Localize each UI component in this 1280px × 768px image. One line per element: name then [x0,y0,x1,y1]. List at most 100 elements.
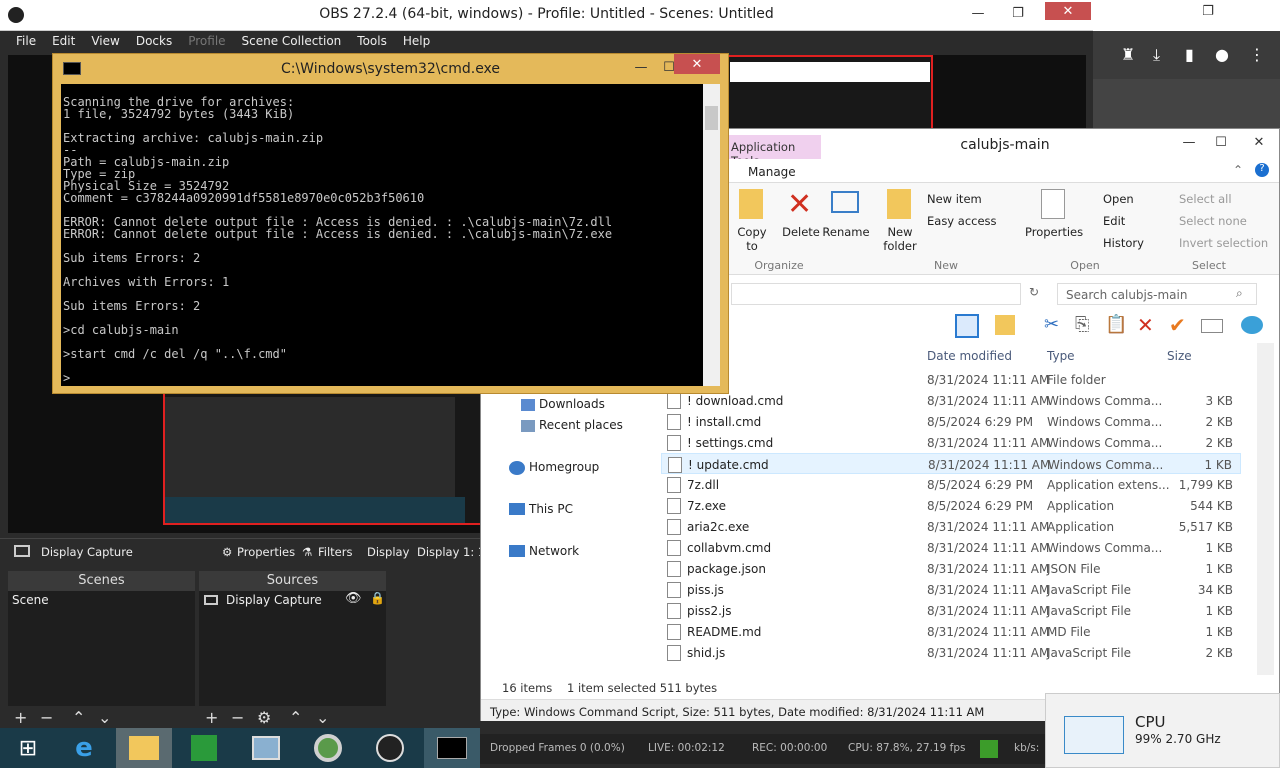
file-row[interactable]: 7z.exe 8/5/2024 6:29 PM Application 544 KB [661,495,1241,516]
paste-icon[interactable]: 📋 [1105,314,1127,335]
file-row[interactable]: aria2c.exe 8/31/2024 11:11 AM Application 5… [661,516,1241,537]
globe-icon[interactable] [1241,316,1263,334]
nav-network[interactable]: Network [529,544,579,558]
taskbar-app[interactable] [238,728,294,768]
menu-docks[interactable]: Docks [128,31,180,52]
maximize-button[interactable]: ☐ [1201,131,1241,153]
history-button[interactable]: History [1103,236,1144,250]
taskbar-store[interactable] [176,728,232,768]
browser-icon [314,734,342,762]
properties-button[interactable]: Properties [1025,225,1083,239]
menu-help[interactable]: Help [395,31,438,52]
nav-this-pc[interactable]: This PC [529,502,573,516]
vertical-scrollbar[interactable] [1257,343,1274,675]
invert-selection-button[interactable]: Invert selection [1179,236,1268,250]
easy-access-button[interactable]: Easy access [927,214,997,228]
console-area[interactable]: Scanning the drive for archives: 1 file, … [61,84,703,386]
column-date[interactable]: Date modified [927,349,1012,363]
layout-icon[interactable] [955,314,979,338]
menu-edit[interactable]: Edit [44,31,83,52]
nav-recent-places[interactable]: Recent places [539,418,623,432]
sidebar-icon[interactable]: ▮ [1185,45,1194,64]
console-scrollbar[interactable] [703,84,720,386]
file-row[interactable]: collabvm.cmd 8/31/2024 11:11 AM Windows Co… [661,537,1241,558]
open-button[interactable]: Open [1103,192,1134,206]
tab-manage[interactable]: Manage [748,165,796,179]
download-icon[interactable]: ⤓ [1153,45,1160,65]
close-button[interactable]: ✕ [674,54,720,74]
scroll-thumb[interactable] [705,106,718,130]
remove-source-icon[interactable]: − [231,708,244,727]
file-row[interactable]: package.json 8/31/2024 11:11 AM JSON File 1… [661,558,1241,579]
column-type[interactable]: Type [1047,349,1075,363]
gear-icon[interactable]: ⚙ [257,708,271,727]
close-button[interactable]: ✕ [1239,131,1279,153]
close-button[interactable]: ✕ [1045,2,1091,20]
copy-to-button[interactable]: Copy to [737,225,767,253]
file-row[interactable]: piss2.js 8/31/2024 11:11 AM JavaScript Fil… [661,600,1241,621]
new-folder-button[interactable]: New folder [877,225,923,253]
help-icon[interactable]: ? [1255,163,1269,177]
display-label: Display [367,545,410,559]
search-input[interactable]: Search calubjs-main ⌕ [1057,283,1257,305]
file-row[interactable]: 7z.dll 8/5/2024 6:29 PM Application extens… [661,474,1241,495]
move-down-icon[interactable]: ⌄ [316,708,329,727]
taskbar-chrome[interactable] [300,728,356,768]
select-none-button[interactable]: Select none [1179,214,1247,228]
new-item-button[interactable]: New item [927,192,982,206]
file-row[interactable]: 8/31/2024 11:11 AM File folder [661,369,1241,390]
remove-scene-icon[interactable]: − [40,708,53,727]
check-icon[interactable]: ✔ [1169,313,1186,337]
add-scene-icon[interactable]: + [14,708,27,727]
taskbar-obs[interactable] [362,728,418,768]
move-down-icon[interactable]: ⌄ [98,708,111,727]
application-tools-tab[interactable]: Application Tools [729,135,821,168]
cut-icon[interactable]: ✂ [1044,314,1059,335]
move-up-icon[interactable]: ⌃ [72,708,85,727]
profile-icon[interactable]: ● [1215,45,1229,64]
menu-profile[interactable]: Profile [180,31,233,52]
file-row[interactable]: piss.js 8/31/2024 11:11 AM JavaScript File… [661,579,1241,600]
nav-downloads[interactable]: Downloads [539,397,605,411]
edit-button[interactable]: Edit [1103,214,1125,228]
eye-icon[interactable]: 👁 [345,591,362,606]
rename-button[interactable]: Rename [821,225,871,239]
column-size[interactable]: Size [1167,349,1192,363]
extension-icon[interactable]: ♜ [1121,45,1135,64]
menu-tools[interactable]: Tools [349,31,395,52]
select-all-button[interactable]: Select all [1179,192,1232,206]
rename-icon[interactable] [1201,319,1223,333]
menu-icon[interactable]: ⋮ [1249,45,1265,64]
monitor-icon [204,595,218,605]
scene-item[interactable]: Scene [8,591,195,609]
file-row[interactable]: shid.js 8/31/2024 11:11 AM JavaScript File… [661,642,1241,663]
add-source-icon[interactable]: + [205,708,218,727]
taskbar-cmd[interactable] [424,728,480,768]
nav-homegroup[interactable]: Homegroup [529,460,599,474]
delete-icon[interactable]: ✕ [1137,313,1154,337]
taskbar-explorer[interactable] [116,728,172,768]
file-row[interactable]: README.md 8/31/2024 11:11 AM MD File 1 KB [661,621,1241,642]
file-row[interactable]: ! download.cmd 8/31/2024 11:11 AM Windows … [661,390,1241,411]
lock-icon[interactable]: 🔒 [370,591,385,605]
taskbar-ie[interactable]: e [56,728,112,768]
menu-view[interactable]: View [83,31,127,52]
folder-icon[interactable] [995,315,1015,335]
file-row[interactable]: ! install.cmd 8/5/2024 6:29 PM Windows Com… [661,411,1241,432]
properties-button[interactable]: Properties [237,545,295,559]
move-up-icon[interactable]: ⌃ [289,708,302,727]
maximize-button[interactable]: ❐ [998,2,1038,24]
address-bar[interactable] [731,283,1021,305]
file-row[interactable]: ! update.cmd 8/31/2024 11:11 AM Windows Co… [661,453,1241,474]
menu-scene-collection[interactable]: Scene Collection [234,31,350,52]
start-button[interactable]: ⊞ [0,728,56,768]
copy-icon[interactable]: ⎘ [1075,314,1089,335]
menu-file[interactable]: File [8,31,44,52]
refresh-icon[interactable]: ↻ [1029,285,1039,299]
delete-button[interactable]: Delete [779,225,823,239]
file-row[interactable]: ! settings.cmd 8/31/2024 11:11 AM Windows … [661,432,1241,453]
source-item[interactable]: Display Capture [226,593,322,607]
filters-button[interactable]: Filters [318,545,352,559]
chevron-up-icon[interactable]: ⌃ [1233,163,1243,177]
minimize-button[interactable]: — [958,2,998,24]
